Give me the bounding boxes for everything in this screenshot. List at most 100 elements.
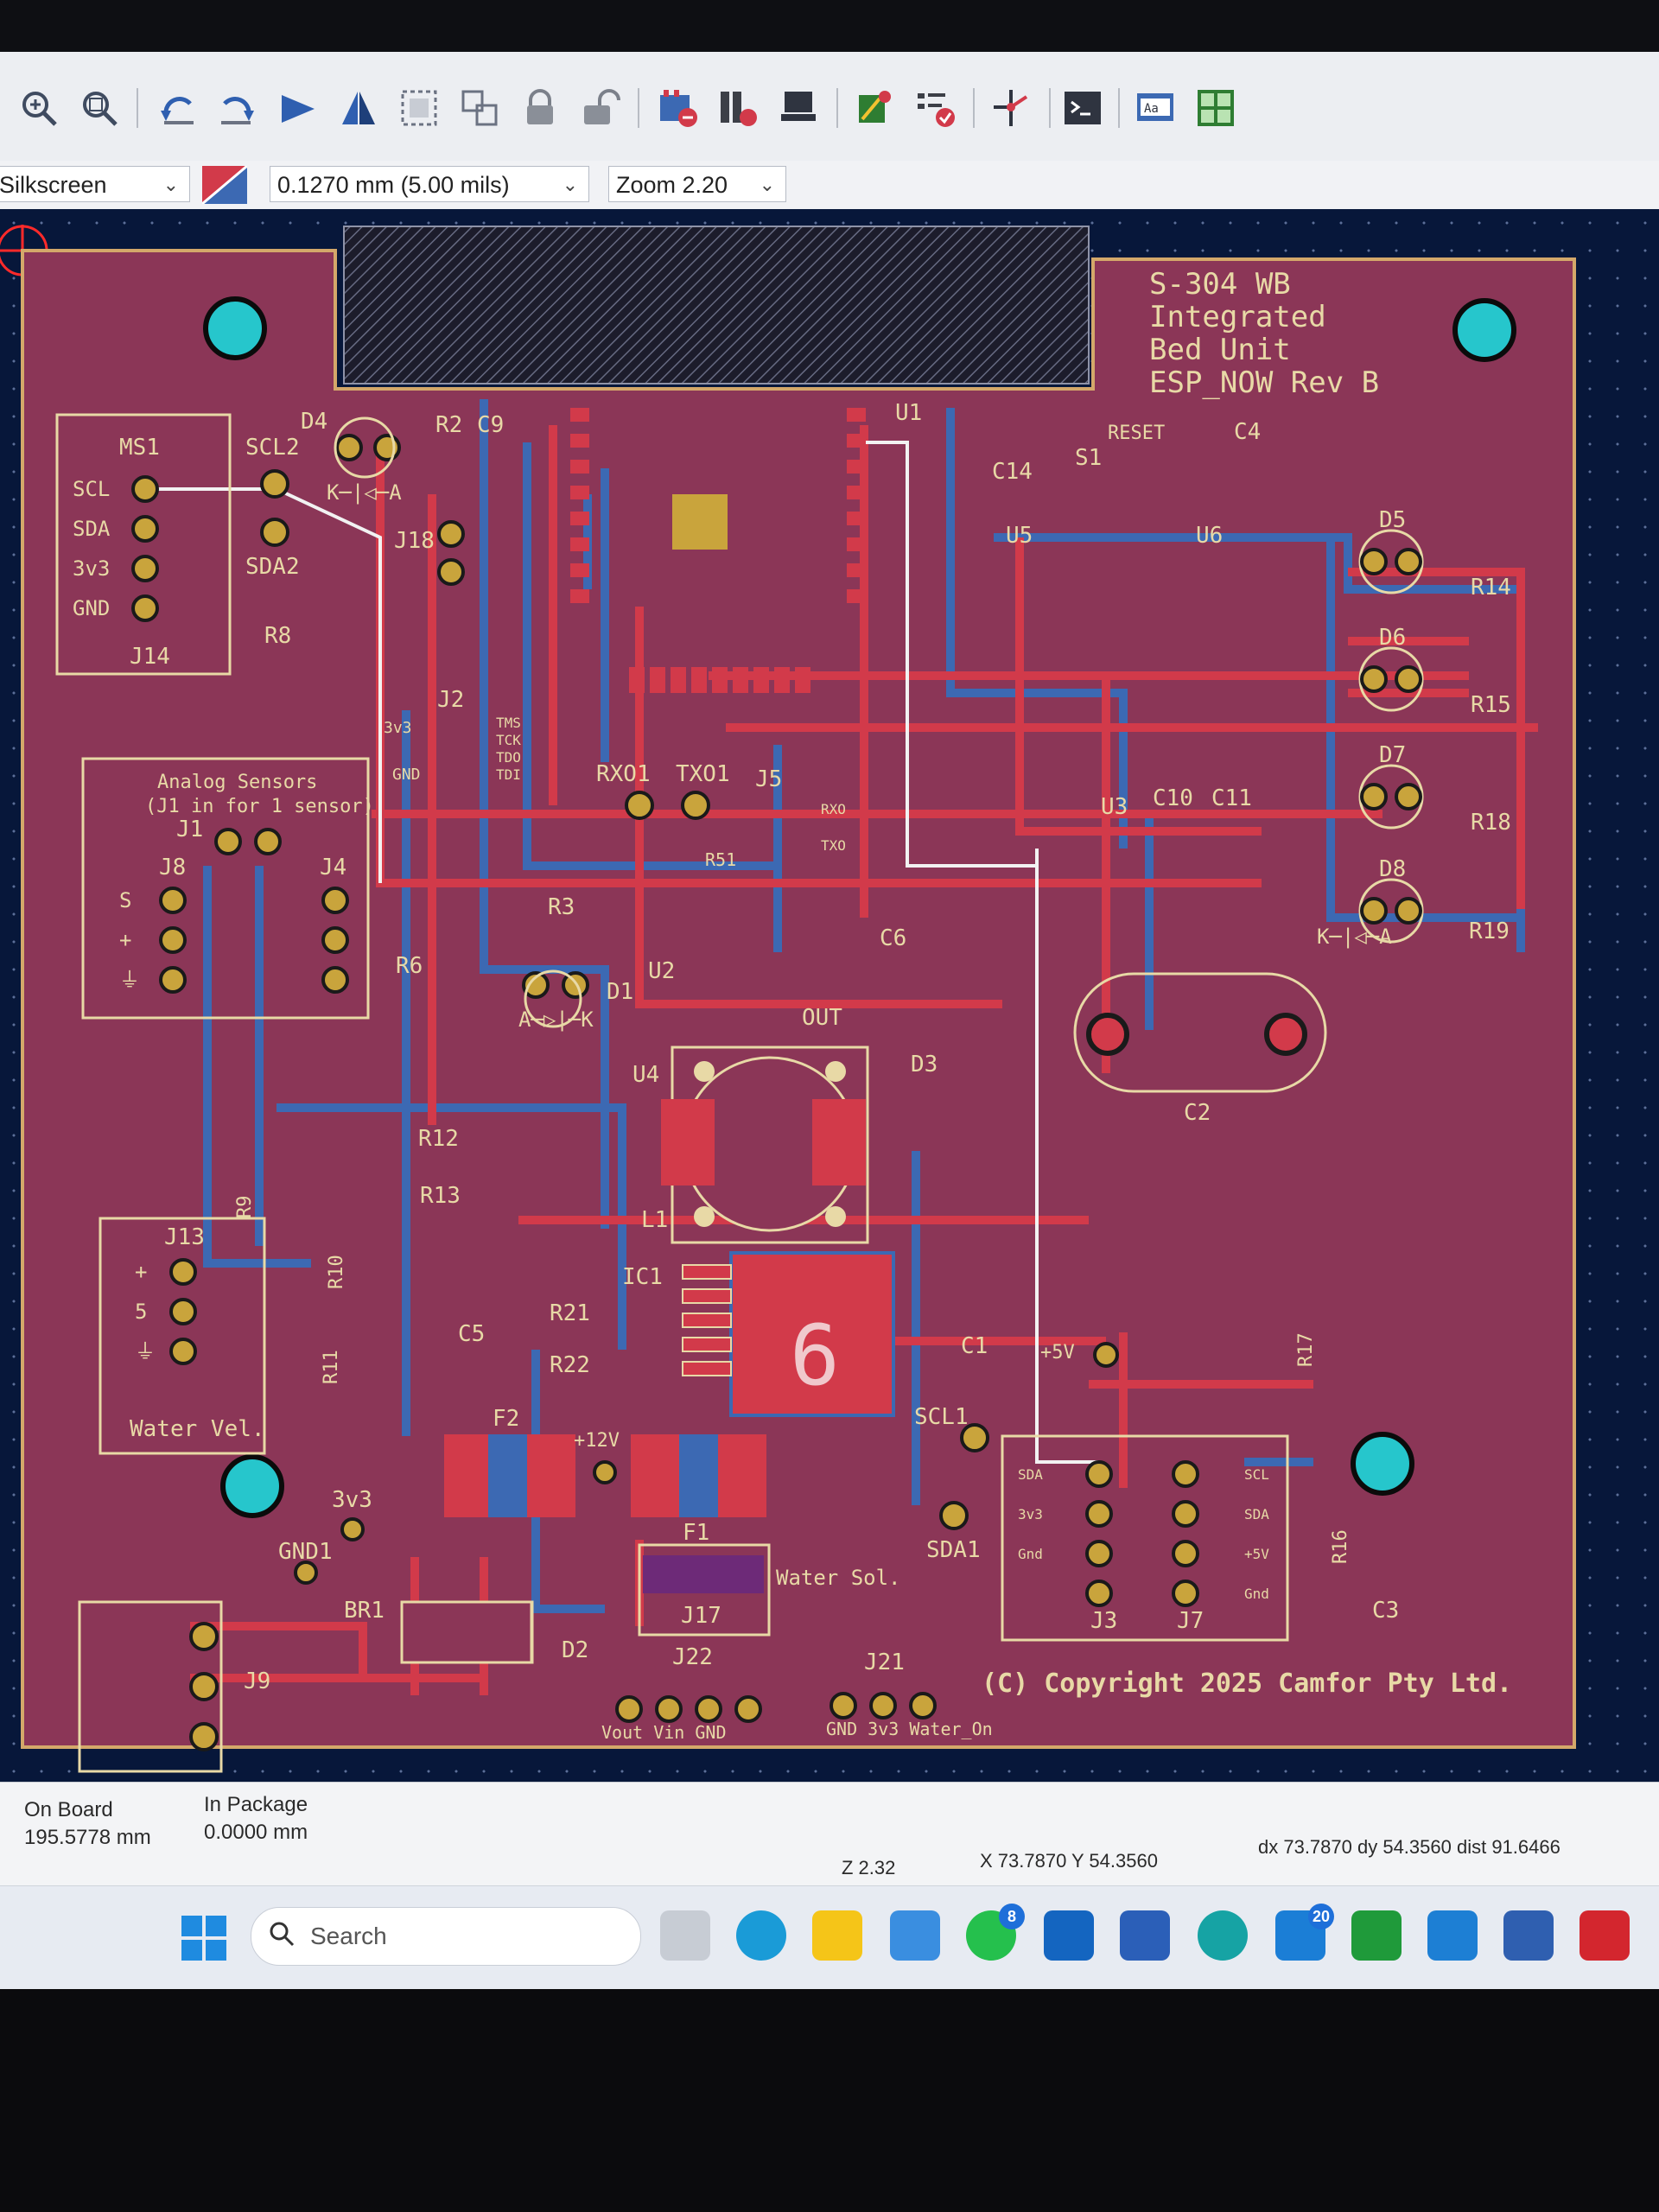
pin-gnd-j13: ⏚ bbox=[135, 1339, 156, 1363]
ref-r18: R18 bbox=[1471, 810, 1511, 836]
search-placeholder: Search bbox=[310, 1923, 387, 1949]
ref-c11: C11 bbox=[1211, 785, 1252, 811]
ref-txo1: TXO1 bbox=[676, 761, 730, 787]
ref-r19: R19 bbox=[1469, 918, 1510, 944]
netlist-icon[interactable] bbox=[715, 85, 762, 131]
mirror-icon[interactable] bbox=[335, 85, 382, 131]
ref-ic1: IC1 bbox=[622, 1264, 663, 1290]
toolbar-separator bbox=[1049, 88, 1051, 128]
ref-d3: D3 bbox=[911, 1052, 938, 1077]
ic1-big-number: 6 bbox=[790, 1307, 840, 1404]
ref-sda1: SDA1 bbox=[926, 1537, 981, 1563]
ref-sda2: SDA2 bbox=[245, 554, 300, 580]
router-icon[interactable] bbox=[988, 85, 1035, 131]
text-icon[interactable]: Aa bbox=[1132, 85, 1179, 131]
title-line-4: ESP_NOW Rev B bbox=[1149, 365, 1379, 400]
pin-j7-5v: +5V bbox=[1244, 1546, 1269, 1562]
c2-pad-2 bbox=[1264, 1013, 1307, 1056]
status-coordinates: X 73.7870 Y 54.3560 bbox=[980, 1850, 1158, 1872]
layers-icon[interactable] bbox=[1192, 85, 1239, 131]
pin-s: S bbox=[119, 888, 131, 912]
pcb-canvas[interactable]: S-304 WB Integrated Bed Unit ESP_NOW Rev… bbox=[0, 209, 1659, 1782]
chevron-down-icon: ⌄ bbox=[562, 174, 578, 195]
ref-3v3-test: 3v3 bbox=[332, 1487, 372, 1513]
in-package-label: In Package bbox=[204, 1793, 308, 1816]
ref-c9: C9 bbox=[477, 412, 504, 438]
toolbar-separator bbox=[1118, 88, 1120, 128]
ref-r17: R17 bbox=[1295, 1332, 1317, 1367]
ref-scl2: SCL2 bbox=[245, 435, 300, 461]
zoom-select[interactable]: Zoom 2.20 ⌄ bbox=[608, 166, 786, 202]
ref-j4: J4 bbox=[320, 855, 346, 880]
whatsapp-badge: 8 bbox=[999, 1904, 1025, 1929]
undo-icon[interactable] bbox=[154, 85, 200, 131]
ref-r21: R21 bbox=[550, 1300, 590, 1326]
taskbar-search[interactable]: Search bbox=[251, 1907, 641, 1966]
ref-u6: U6 bbox=[1196, 523, 1223, 549]
word-icon[interactable] bbox=[1120, 1910, 1170, 1961]
ref-c14: C14 bbox=[992, 459, 1033, 485]
ref-u1: U1 bbox=[895, 400, 922, 426]
edge-icon[interactable] bbox=[736, 1910, 786, 1961]
ref-c3: C3 bbox=[1372, 1598, 1399, 1624]
diode-symbol-d1: A─▷|─K bbox=[518, 1007, 594, 1032]
diode-symbol-d4: K─|◁─A bbox=[327, 480, 402, 505]
ref-d1: D1 bbox=[607, 979, 633, 1005]
pin-plus-j13: + bbox=[135, 1260, 147, 1284]
in-package-value: 0.0000 mm bbox=[204, 1821, 308, 1844]
pin-j3-sda: SDA bbox=[1018, 1466, 1043, 1483]
zoom-in-icon[interactable] bbox=[16, 85, 62, 131]
ref-scl1: SCL1 bbox=[914, 1404, 969, 1430]
pin-3v3: 3v3 bbox=[73, 556, 110, 581]
unlock-icon[interactable] bbox=[577, 85, 624, 131]
track-width-select[interactable]: 0.1270 mm (5.00 mils) ⌄ bbox=[270, 166, 589, 202]
pin-j7-scl: SCL bbox=[1244, 1466, 1269, 1483]
j17-highlight bbox=[643, 1555, 764, 1593]
ref-d7: D7 bbox=[1379, 742, 1406, 768]
ref-r8: R8 bbox=[264, 623, 291, 649]
task-view-icon[interactable] bbox=[660, 1910, 710, 1961]
outlook-icon[interactable] bbox=[1044, 1910, 1094, 1961]
ref-r14: R14 bbox=[1471, 575, 1511, 601]
zoom-fit-icon[interactable] bbox=[76, 85, 123, 131]
photos-icon[interactable] bbox=[890, 1910, 940, 1961]
file-explorer-icon[interactable] bbox=[812, 1910, 862, 1961]
footprint-icon[interactable] bbox=[776, 85, 823, 131]
spreadsheet-icon[interactable] bbox=[1351, 1910, 1402, 1961]
pin-j7-sda: SDA bbox=[1244, 1506, 1269, 1522]
pin-j2-tck: TCK bbox=[496, 732, 521, 748]
toolbar-separator bbox=[638, 88, 639, 128]
water-vel-label: Water Vel. bbox=[130, 1416, 265, 1442]
layer-select-value: Silkscreen bbox=[0, 172, 107, 198]
whatsapp-icon[interactable]: 8 bbox=[966, 1904, 1025, 1961]
group-icon[interactable] bbox=[396, 85, 442, 131]
terminal-icon[interactable] bbox=[1059, 85, 1106, 131]
toolbar-separator bbox=[836, 88, 838, 128]
pin-sda: SDA bbox=[73, 517, 111, 541]
arduino-icon[interactable] bbox=[1198, 1910, 1248, 1961]
analog-box-title: Analog Sensors bbox=[157, 772, 317, 793]
layer-pair-swatch-icon[interactable] bbox=[201, 164, 248, 206]
kicad-icon[interactable] bbox=[1503, 1910, 1554, 1961]
title-line-1: S-304 WB bbox=[1149, 267, 1291, 302]
vscode-icon[interactable] bbox=[1427, 1910, 1478, 1961]
sw2025-icon[interactable] bbox=[1580, 1910, 1630, 1961]
pin-plus: + bbox=[119, 928, 131, 952]
ref-j14: J14 bbox=[130, 644, 170, 670]
pin-j2-tdi: TDI bbox=[496, 766, 521, 783]
redo-icon[interactable] bbox=[214, 85, 261, 131]
ref-c4: C4 bbox=[1234, 419, 1261, 445]
flip-icon[interactable] bbox=[275, 85, 321, 131]
chevron-down-icon: ⌄ bbox=[759, 174, 775, 195]
route-icon[interactable] bbox=[852, 85, 899, 131]
u1-thermal-pad bbox=[672, 494, 728, 550]
windows-start-icon[interactable] bbox=[181, 1916, 226, 1961]
ref-plus5v: +5V bbox=[1040, 1342, 1075, 1363]
drc-icon[interactable] bbox=[655, 85, 702, 131]
ungroup-icon[interactable] bbox=[456, 85, 503, 131]
ref-l1: L1 bbox=[641, 1207, 668, 1233]
layer-select[interactable]: Silkscreen ⌄ bbox=[0, 166, 190, 202]
azure-icon[interactable]: 20 bbox=[1275, 1904, 1334, 1961]
checklist-icon[interactable] bbox=[912, 85, 959, 131]
lock-icon[interactable] bbox=[517, 85, 563, 131]
